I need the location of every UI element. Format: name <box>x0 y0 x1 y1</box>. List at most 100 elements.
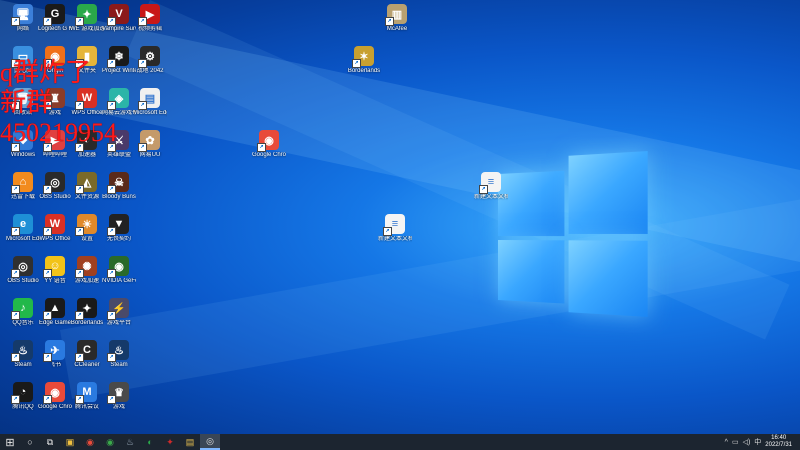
desktop-icon-mcafee[interactable]: ▥ ↗ McAfee <box>380 4 414 33</box>
taskbar-app-steam[interactable]: ♨ <box>120 434 140 450</box>
desktop-icon-c3r5[interactable]: ◭ ↗ 文件资源 <box>70 172 104 201</box>
app-icon: ✺ ↗ <box>75 256 97 278</box>
app-icon: ▲ ↗ <box>43 298 65 320</box>
clock[interactable]: 16:40 2022/7/31 <box>765 435 792 449</box>
app-icon: ✦ ↗ <box>75 298 97 320</box>
file-explorer-icon: ▣ <box>65 436 75 447</box>
desktop-icon-c1r8[interactable]: ♪ ↗ QQ音乐 <box>6 298 40 327</box>
shortcut-arrow-icon: ↗ <box>383 227 392 236</box>
taskbar-app-wegame[interactable]: ◉ <box>100 434 120 450</box>
desktop-icon-label: NVIDIA GeForce <box>102 278 136 284</box>
desktop-icon-c3r9[interactable]: C ↗ CCleaner <box>70 340 104 369</box>
app-icon: ♨ ↗ <box>107 340 129 362</box>
shortcut-arrow-icon: ↗ <box>107 353 116 362</box>
app-icon: ☀ ↗ <box>75 214 97 236</box>
app-icon: ◉ ↗ <box>43 382 65 404</box>
desktop-icon-c4r7[interactable]: ◉↗NVIDIA GeForce <box>102 256 136 285</box>
shortcut-arrow-icon: ↗ <box>43 227 52 236</box>
app-icon: ⚡ ↗ <box>107 298 129 320</box>
desktop-icon-c1r6[interactable]: e↗Microsoft Edge <box>6 214 40 243</box>
desktop-icon-c5r1[interactable]: ▶ ↗ 视频剪辑 <box>133 4 167 33</box>
desktop-icon-c2r7[interactable]: ☺ ↗ YY 语音 <box>38 256 72 285</box>
system-tray: ^ ▭ ◁) 中 16:40 2022/7/31 <box>725 434 800 450</box>
desktop-icon-label: 腾讯QQ <box>12 404 34 410</box>
desktop-icon-c1r7[interactable]: ◎ ↗ OBS Studio <box>6 256 40 285</box>
shortcut-arrow-icon: ↗ <box>107 185 116 194</box>
network-icon[interactable]: ▭ <box>732 438 739 446</box>
desktop-icon-c1r1[interactable]: 🖥 ↗ 网络 <box>6 4 40 33</box>
steam-icon: ♨ <box>125 436 135 447</box>
shortcut-arrow-icon: ↗ <box>43 395 52 404</box>
desktop-icon-c3r1[interactable]: ✦↗WE 游戏加速器 <box>70 4 104 33</box>
shortcut-arrow-icon: ↗ <box>138 143 147 152</box>
shortcut-arrow-icon: ↗ <box>11 353 20 362</box>
desktop-icon-c4r8[interactable]: ⚡ ↗ 游戏平台 <box>102 298 136 327</box>
app-icon: ▶ ↗ <box>138 4 160 26</box>
desktop-icon-c2r10[interactable]: ◉↗Google Chrome <box>38 382 72 411</box>
desktop-icon-label: Borderlands <box>347 68 381 74</box>
desktop-icon-c5r3[interactable]: ▤↗Microsoft Edge <box>133 88 167 117</box>
volume-icon[interactable]: ◁) <box>743 438 751 446</box>
ime-indicator[interactable]: 中 <box>754 437 761 447</box>
chrome-icon: ◉ <box>86 436 94 447</box>
app-icon: ♨ ↗ <box>11 340 33 362</box>
taskbar-app-obs[interactable]: ◎ <box>200 434 220 450</box>
desktop-icon-c4r1[interactable]: V↗Vampire Survivors <box>102 4 136 33</box>
app-icon: ▥ ↗ <box>385 4 407 26</box>
search-button[interactable]: ○ <box>20 434 40 450</box>
desktop-icon-c5r2[interactable]: ⚙ ↗ 战地 2042 <box>133 46 167 75</box>
desktop-icon-c3r8[interactable]: ✦ ↗ Borderlands <box>70 298 104 327</box>
desktop-icon-label: Logitech G HUB <box>38 26 72 32</box>
taskbar-app-chrome[interactable]: ◉ <box>80 434 100 450</box>
taskbar-app-store[interactable]: ◐ <box>140 434 160 450</box>
desktop-icon-label: 网易UU <box>139 152 161 158</box>
desktop-icon-c1r10[interactable]: ◔ ↗ 腾讯QQ <box>6 382 40 411</box>
desktop-icon-label: OBS Studio <box>39 194 71 200</box>
desktop-icon-label: WE 游戏加速器 <box>70 26 104 32</box>
app-icon: ▼ ↗ <box>107 214 129 236</box>
desktop-icon-c1r5[interactable]: ⌂ ↗ 迅雷下载 <box>6 172 40 201</box>
desktop-icon-doc2[interactable]: ≡ ↗ 新建文本文档 <box>378 214 412 243</box>
app-icon: ≡ ↗ <box>479 172 501 194</box>
taskbar-app-valorant[interactable]: ✦ <box>160 434 180 450</box>
desktop-icon-label: YY 语音 <box>44 278 66 284</box>
desktop-icon-c2r9[interactable]: ✈ ↗ 飞书 <box>38 340 72 369</box>
desktop-icon-c2r1[interactable]: G↗Logitech G HUB <box>38 4 72 33</box>
desktop[interactable]: 🖥↗网络G↗Logitech G HUB✦↗WE 游戏加速器V↗Vampire … <box>0 0 800 434</box>
shortcut-arrow-icon: ↗ <box>107 269 116 278</box>
app-icon: ◎ ↗ <box>43 172 65 194</box>
desktop-icon-c3r10[interactable]: M ↗ 腾讯会议 <box>70 382 104 411</box>
task-view-button[interactable]: ⧉ <box>40 434 60 450</box>
desktop-icon-label: Vampire Survivors <box>102 26 136 32</box>
desktop-icon-chrome[interactable]: ◉↗Google Chrome <box>252 130 286 159</box>
desktop-icon-label: 文件资源 <box>74 194 99 200</box>
app-icon: W ↗ <box>43 214 65 236</box>
shortcut-arrow-icon: ↗ <box>43 311 52 320</box>
desktop-icon-c2r6[interactable]: W ↗ WPS Office <box>38 214 72 243</box>
app-icon: ☠ ↗ <box>107 172 129 194</box>
desktop-icon-label: Borderlands <box>70 320 104 326</box>
desktop-icon-c2r5[interactable]: ◎ ↗ OBS Studio <box>38 172 72 201</box>
desktop-icon-c1r9[interactable]: ♨ ↗ Steam <box>6 340 40 369</box>
desktop-icon-c4r9[interactable]: ♨ ↗ Steam <box>102 340 136 369</box>
desktop-icon-c4r6[interactable]: ▼ ↗ 无畏契约 <box>102 214 136 243</box>
taskbar-app-file-explorer[interactable]: ▣ <box>60 434 80 450</box>
desktop-icon-label: 新建文本文档 <box>474 194 508 200</box>
taskbar: ⊞ ○ ⧉ ▣ ◉ ◉ ♨ ◐ ✦ ▤ ◎ ^ ▭ ◁) 中 16:40 2022/7/31 <box>0 434 800 450</box>
desktop-icon-game2[interactable]: ✶ ↗ Borderlands <box>347 46 381 75</box>
app-icon: ◭ ↗ <box>75 172 97 194</box>
desktop-icon-c5r4[interactable]: ✿ ↗ 网易UU <box>133 130 167 159</box>
desktop-icon-label: 腾讯会议 <box>74 404 99 410</box>
desktop-icon-c2r8[interactable]: ▲ ↗ Edge Game <box>38 298 72 327</box>
desktop-icon-c4r10[interactable]: ♛ ↗ 游戏 <box>102 382 136 411</box>
app-icon: ✦ ↗ <box>75 4 97 26</box>
shortcut-arrow-icon: ↗ <box>11 395 20 404</box>
desktop-icon-c3r7[interactable]: ✺ ↗ 游戏加速 <box>70 256 104 285</box>
tray-chevron-icon[interactable]: ^ <box>725 439 728 446</box>
desktop-icon-doc1[interactable]: ≡ ↗ 新建文本文档 <box>474 172 508 201</box>
start-button[interactable]: ⊞ <box>0 434 20 450</box>
desktop-icon-c4r5[interactable]: ☠ ↗ Bloody Buns <box>102 172 136 201</box>
taskbar-app-explorer[interactable]: ▤ <box>180 434 200 450</box>
shortcut-arrow-icon: ↗ <box>11 269 20 278</box>
desktop-icon-c3r6[interactable]: ☀ ↗ 设置 <box>70 214 104 243</box>
